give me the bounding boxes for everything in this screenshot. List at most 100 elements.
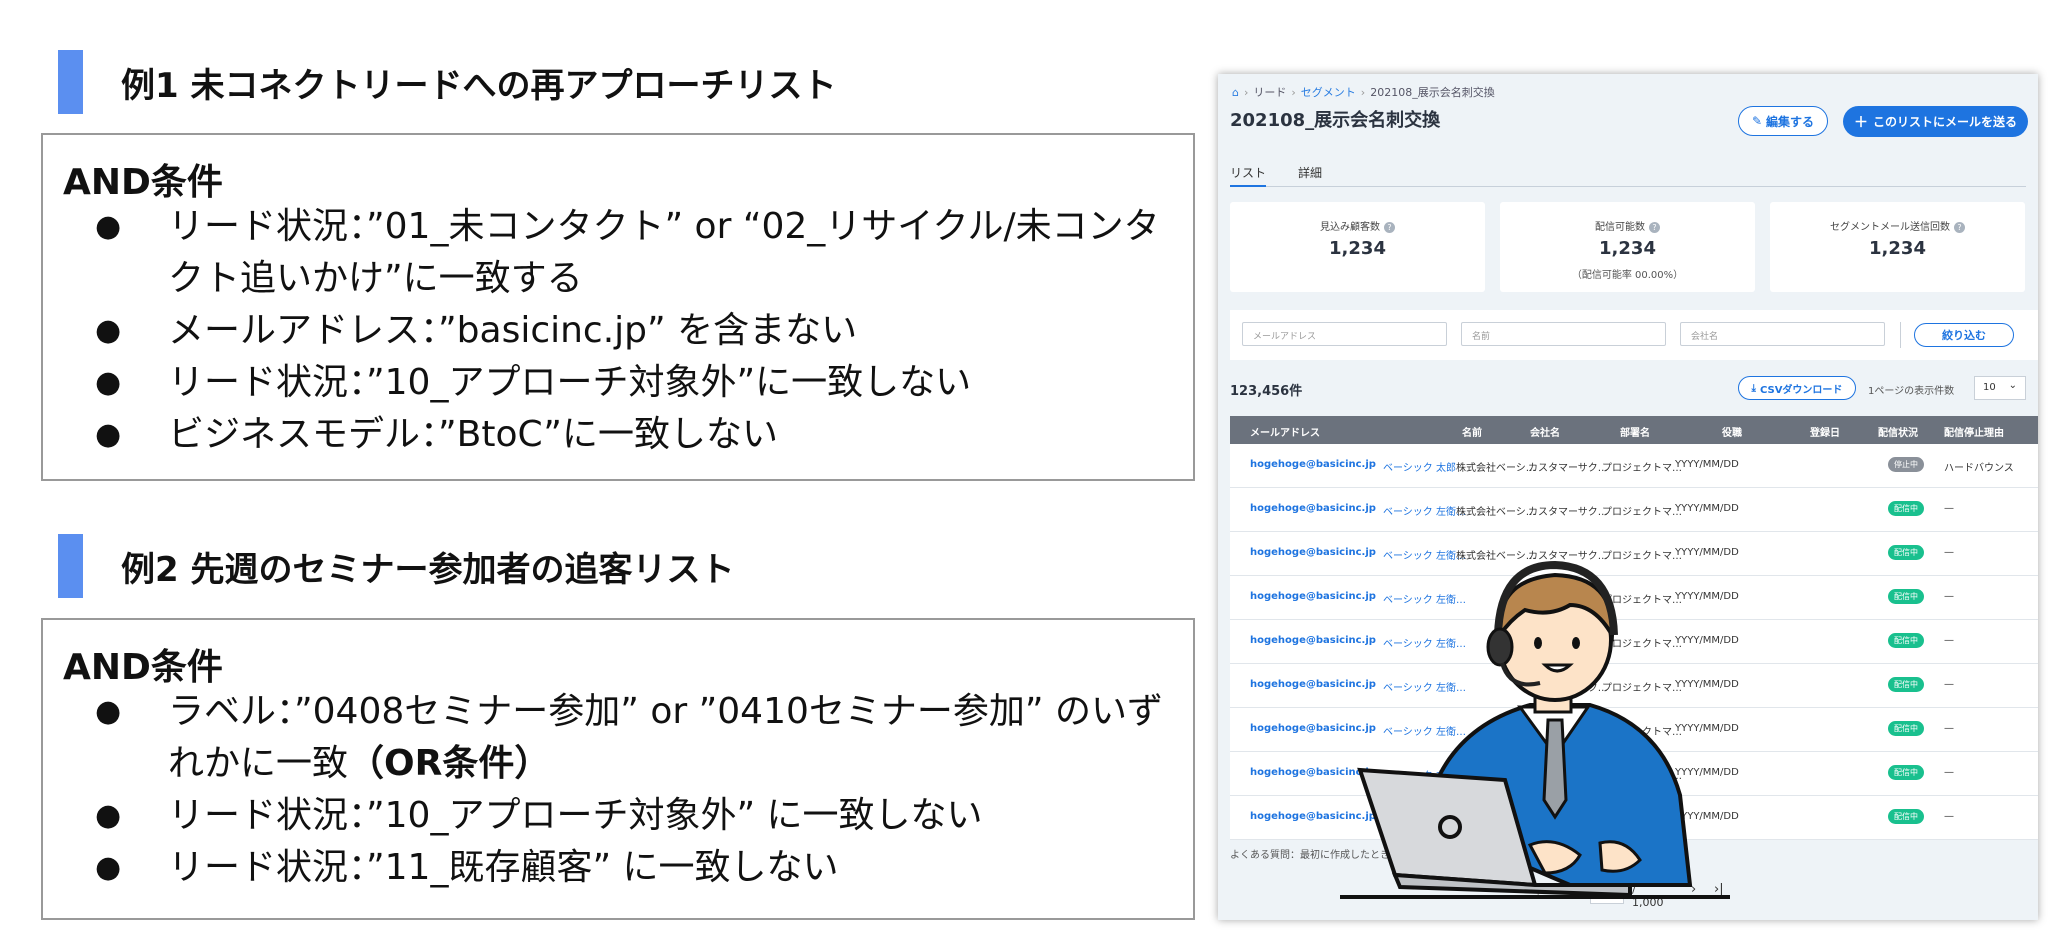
bullet-icon: ● [95,798,122,833]
bullet-icon: ● [95,417,122,452]
column-header[interactable]: メールアドレス [1250,424,1320,439]
filter-bar: メールアドレス 名前 会社名 絞り込む [1230,310,2038,360]
cell-reason: — [1944,811,1954,822]
bullet-icon: ● [95,209,122,244]
cell-title: プロジェクトマ… [1602,507,1682,518]
per-page-select[interactable]: 10 ⌄ [1974,376,2026,400]
cell-reason: — [1944,679,1954,690]
status-badge: 停止中 [1888,457,1924,472]
cell-date: YYYY/MM/DD [1675,503,1739,514]
example1-heading-text: 例1 未コネクトリードへの再アプローチリスト [121,65,837,106]
cell-email[interactable]: hogehoge@basicinc.jp [1250,503,1376,514]
status-badge: 配信中 [1888,765,1924,780]
email-filter-input[interactable]: メールアドレス [1242,322,1447,346]
cell-company: 株式会社ベーシ… [1456,507,1536,518]
bullet-icon: ● [95,365,122,400]
status-badge: 配信中 [1888,501,1924,516]
list-item: ● リード状況：”11_既存顧客” に一致しない [43,842,1188,894]
cell-date: YYYY/MM/DD [1675,459,1739,470]
filter-button[interactable]: 絞り込む [1914,323,2014,347]
example2-heading: 例2 先週のセミナー参加者の追客リスト [58,534,735,598]
send-mail-button[interactable]: ＋このリストにメールを送る [1843,106,2028,137]
example1-heading: 例1 未コネクトリードへの再アプローチリスト [58,50,837,114]
column-header[interactable]: 配信停止理由 [1944,424,2004,439]
cell-title: プロジェクトマ… [1602,463,1682,474]
cell-reason: — [1944,723,1954,734]
list-item: ● リード状況：”10_アプローチ対象外” に一致しない [43,790,1188,842]
list-item: ● ビジネスモデル：”BtoC”に一致しない [43,409,1188,461]
operator-with-headset-and-laptop-illustration [1340,560,1730,899]
list-item: ● メールアドレス：”basicinc.jp” を含まない [43,305,1188,357]
divider [1900,322,1901,348]
tab-list[interactable]: リスト [1230,164,1267,187]
example1-condition-list: ● リード状況：”01_未コンタクト” or “02_リサイクル/未コンタクト追い… [43,201,1188,461]
table-row[interactable]: hogehoge@basicinc.jp ベーシック 左衛… 株式会社ベーシ… カスタ… [1230,488,2038,532]
bullet-icon: ● [95,313,122,348]
example2-heading-text: 例2 先週のセミナー参加者の追客リスト [121,549,735,590]
status-badge: 配信中 [1888,589,1924,604]
column-header[interactable]: 配信状況 [1878,424,1918,439]
example2-condition-title: AND条件 [63,647,223,688]
table-header: メールアドレス 名前 会社名 部署名 役職 登録日 配信状況 配信停止理由 [1230,416,2038,444]
cell-reason: — [1944,503,1954,514]
pencil-icon: ✎ [1751,114,1763,128]
stat-card-segment-mails: セグメントメール送信回数? 1,234 [1770,202,2025,292]
heading-accent-bar [58,534,83,598]
cell-company: 株式会社ベーシ… [1456,463,1536,474]
cell-reason: ハードバウンス [1944,463,2014,474]
example1-condition-box: AND条件 ● リード状況：”01_未コンタクト” or “02_リサイクル/未コ… [41,133,1195,481]
help-icon[interactable]: ? [1649,221,1660,233]
per-page-label: 1ページの表示件数 [1868,386,1955,397]
or-condition-note: （OR条件） [348,743,551,784]
tab-bar: リスト 詳細 [1230,160,2026,187]
help-icon[interactable]: ? [1384,221,1395,233]
breadcrumb-lead[interactable]: リード [1253,86,1286,99]
status-badge: 配信中 [1888,545,1924,560]
status-badge: 配信中 [1888,633,1924,648]
list-item: ● ラベル：”0408セミナー参加” or ”0410セミナー参加” のいずれかに… [43,686,1188,790]
cell-email[interactable]: hogehoge@basicinc.jp [1250,459,1376,470]
cell-reason: — [1944,591,1954,602]
heading-accent-bar [58,50,83,114]
csv-download-button[interactable]: ⤓ CSVダウンロード [1738,376,1856,400]
column-header[interactable]: 登録日 [1810,424,1840,439]
download-icon: ⤓ [1751,382,1756,394]
cell-reason: — [1944,767,1954,778]
company-filter-input[interactable]: 会社名 [1680,322,1885,346]
plus-icon: ＋ [1853,114,1868,131]
cell-reason: — [1944,635,1954,646]
column-header[interactable]: 部署名 [1620,424,1650,439]
column-header[interactable]: 役職 [1722,424,1742,439]
example2-condition-list: ● ラベル：”0408セミナー参加” or ”0410セミナー参加” のいずれかに… [43,686,1188,894]
cell-name[interactable]: ベーシック 太郎 [1383,459,1456,474]
bullet-icon: ● [95,850,122,885]
bullet-icon: ● [95,694,122,729]
table-row[interactable]: hogehoge@basicinc.jp ベーシック 太郎 株式会社ベーシ… カスタマ… [1230,444,2038,488]
result-count: 123,456件 [1230,384,1303,399]
stat-card-deliverable: 配信可能数? 1,234 （配信可能率 00.00%） [1500,202,1755,292]
status-badge: 配信中 [1888,809,1924,824]
breadcrumb-current: 202108_展示会名刺交換 [1370,86,1495,99]
list-item: ● リード状況：”10_アプローチ対象外”に一致しない [43,357,1188,409]
name-filter-input[interactable]: 名前 [1461,322,1666,346]
cell-reason: — [1944,547,1954,558]
example2-condition-box: AND条件 ● ラベル：”0408セミナー参加” or ”0410セミナー参加” … [41,618,1195,920]
example1-condition-title: AND条件 [63,162,223,203]
chevron-down-icon: ⌄ [2008,380,2017,391]
cell-dept: カスタマーサク… [1528,507,1608,518]
help-icon[interactable]: ? [1954,221,1965,233]
page-title: 202108_展示会名刺交換 [1230,110,1441,131]
tab-detail[interactable]: 詳細 [1298,164,1322,181]
column-header[interactable]: 会社名 [1530,424,1560,439]
breadcrumb-segment[interactable]: セグメント [1301,86,1356,99]
column-header[interactable]: 名前 [1462,424,1482,439]
breadcrumb: ⌂ › リード › セグメント › 202108_展示会名刺交換 [1232,86,1495,99]
cell-dept: カスタマーサク… [1528,463,1608,474]
edit-button[interactable]: ✎ 編集する [1738,106,1828,136]
stat-card-prospects: 見込み顧客数? 1,234 [1230,202,1485,292]
status-badge: 配信中 [1888,721,1924,736]
cell-name[interactable]: ベーシック 左衛… [1383,503,1466,518]
home-icon[interactable]: ⌂ [1232,86,1239,99]
status-badge: 配信中 [1888,677,1924,692]
list-item: ● リード状況：”01_未コンタクト” or “02_リサイクル/未コンタクト追い… [43,201,1188,305]
